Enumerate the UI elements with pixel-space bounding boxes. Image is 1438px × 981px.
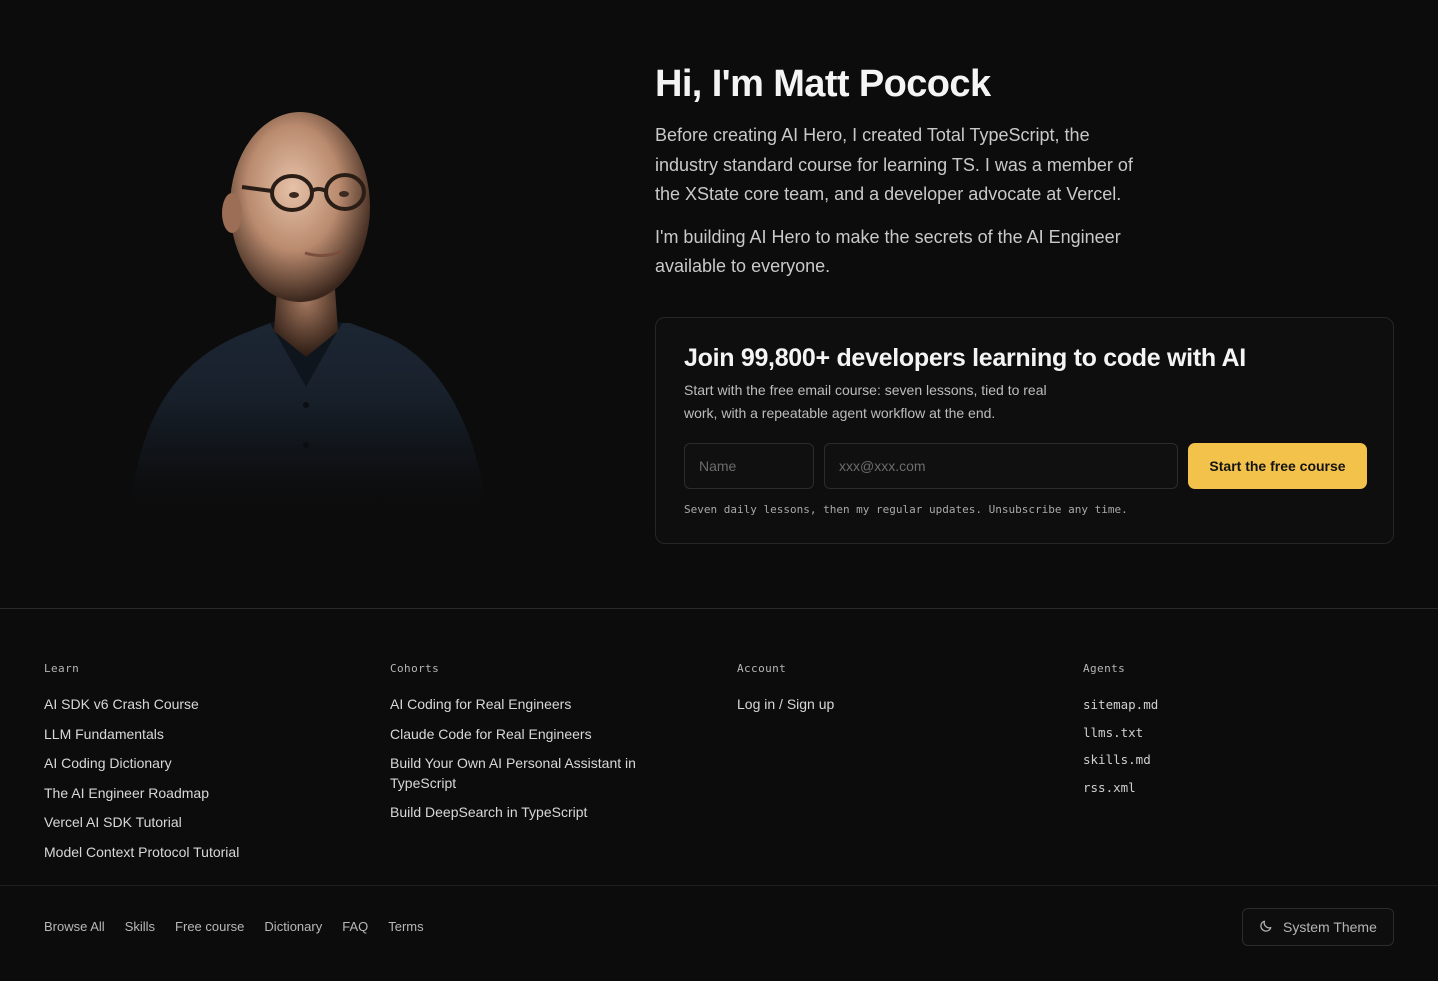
name-input[interactable] [684,443,814,489]
signup-card: Join 99,800+ developers learning to code… [655,317,1394,544]
signup-form: Start the free course [684,443,1367,489]
moon-icon [1259,919,1273,936]
footer-column-account: Account Log in / Sign up [737,662,1017,725]
intro-paragraph-2: I'm building AI Hero to make the secrets… [655,226,1121,277]
theme-toggle-button[interactable]: System Theme [1242,908,1394,946]
footer-columns: Learn AI SDK v6 Crash Course LLM Fundame… [44,662,1394,872]
bottom-link-dictionary[interactable]: Dictionary [264,918,322,936]
footer-link[interactable]: Vercel AI SDK Tutorial [44,813,324,833]
intro-paragraph-1: Before creating AI Hero, I created Total… [655,125,1133,204]
footer-link[interactable]: AI SDK v6 Crash Course [44,695,324,715]
bottom-link-browse-all[interactable]: Browse All [44,918,105,936]
footer-link[interactable]: llms.txt [1083,723,1363,743]
bottom-link-terms[interactable]: Terms [388,918,423,936]
footer-link[interactable]: Build DeepSearch in TypeScript [390,803,660,823]
bottom-link-faq[interactable]: FAQ [342,918,368,936]
start-free-course-button[interactable]: Start the free course [1188,443,1367,489]
bottom-link-skills[interactable]: Skills [125,918,155,936]
signup-heading: Join 99,800+ developers learning to code… [684,344,1246,372]
hero-section: Hi, I'm Matt Pocock Before creating AI H… [0,0,1438,608]
footer-link[interactable]: LLM Fundamentals [44,725,324,745]
bottom-nav: Browse All Skills Free course Dictionary… [44,918,424,936]
intro: Hi, I'm Matt Pocock Before creating AI H… [655,60,1155,282]
footer-column-title: Agents [1083,662,1126,675]
signup-fineprint: Seven daily lessons, then my regular upd… [684,503,1128,516]
theme-label: System Theme [1283,919,1377,935]
email-input[interactable] [824,443,1178,489]
footer-column-title: Account [737,662,787,675]
footer-link[interactable]: Claude Code for Real Engineers [390,725,660,745]
footer-link[interactable]: The AI Engineer Roadmap [44,784,324,804]
footer-link[interactable]: Model Context Protocol Tutorial [44,843,324,863]
page: Hi, I'm Matt Pocock Before creating AI H… [0,0,1438,981]
footer-column-cohorts: Cohorts AI Coding for Real Engineers Cla… [390,662,660,833]
page-title: Hi, I'm Matt Pocock [655,63,991,105]
section-divider [0,608,1438,609]
bottom-link-free-course[interactable]: Free course [175,918,244,936]
footer-column-title: Cohorts [390,662,440,675]
footer-column-agents: Agents sitemap.md llms.txt skills.md rss… [1083,662,1363,805]
footer-link[interactable]: AI Coding for Real Engineers [390,695,660,715]
footer-column-title: Learn [44,662,80,675]
signup-description: Start with the free email course: seven … [684,382,1047,421]
footer-link[interactable]: rss.xml [1083,778,1363,798]
footer-link[interactable]: skills.md [1083,750,1363,770]
footer-divider [0,885,1438,886]
login-signup-link[interactable]: Log in / Sign up [737,695,1017,715]
footer-link[interactable]: AI Coding Dictionary [44,754,324,774]
footer-link[interactable]: sitemap.md [1083,695,1363,715]
footer-link[interactable]: Build Your Own AI Personal Assistant in … [390,754,660,793]
portrait-photo [120,95,492,515]
footer-column-learn: Learn AI SDK v6 Crash Course LLM Fundame… [44,662,324,872]
